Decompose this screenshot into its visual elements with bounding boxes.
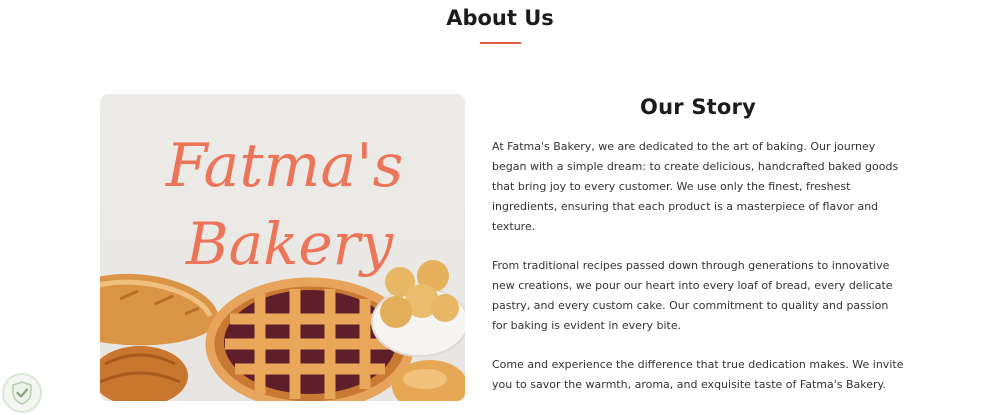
baguette xyxy=(100,273,219,346)
security-badge[interactable] xyxy=(2,373,42,413)
shield-check-icon xyxy=(12,381,32,405)
story-title: Our Story xyxy=(640,95,756,119)
story-paragraph: From traditional recipes passed down thr… xyxy=(492,259,893,332)
croissant xyxy=(100,346,188,401)
story-section: Our Story At Fatma's Bakery, we are dedi… xyxy=(492,94,904,414)
bakery-illustration: Fatma's Bakery xyxy=(100,131,465,401)
logo-text-line1: Fatma's xyxy=(165,131,403,201)
story-paragraph: At Fatma's Bakery, we are dedicated to t… xyxy=(492,140,899,233)
bakery-image: Fatma's Bakery xyxy=(100,94,465,401)
section-title: About Us xyxy=(446,6,554,30)
story-paragraph: Come and experience the difference that … xyxy=(492,358,904,391)
logo-text-line2: Bakery xyxy=(185,210,394,278)
title-underline xyxy=(480,42,521,44)
